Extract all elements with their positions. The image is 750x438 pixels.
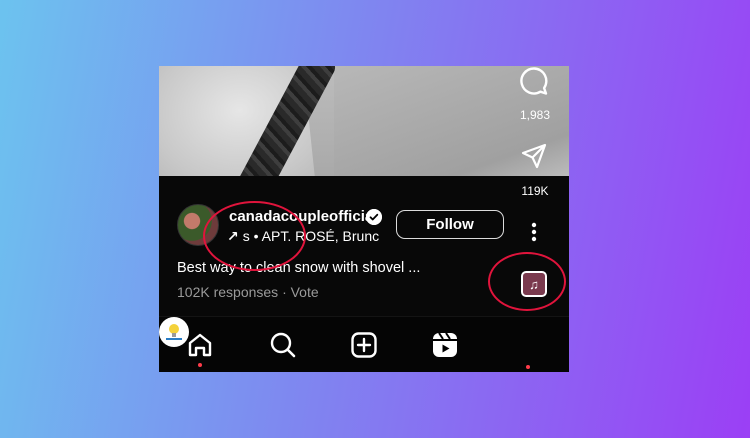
video-frame[interactable] xyxy=(159,66,569,176)
share-icon[interactable] xyxy=(520,142,548,175)
search-icon[interactable] xyxy=(269,331,297,364)
share-count: 119K xyxy=(521,184,549,198)
bottom-nav xyxy=(159,316,569,372)
home-icon[interactable] xyxy=(186,331,214,364)
profile-avatar[interactable] xyxy=(159,317,189,347)
post-caption[interactable]: Best way to clean snow with shovel ... xyxy=(177,260,420,276)
create-icon[interactable] xyxy=(350,331,378,364)
comment-icon[interactable] xyxy=(519,66,549,101)
more-options-icon[interactable] xyxy=(531,222,537,247)
follow-button[interactable]: Follow xyxy=(396,210,504,239)
audio-highlight-ring xyxy=(488,252,566,311)
responses-vote[interactable]: 102K responses · Vote xyxy=(177,284,319,300)
profile-notification-dot xyxy=(526,365,530,369)
comment-count: 1,983 xyxy=(519,108,551,122)
home-notification-dot xyxy=(198,363,202,367)
reels-icon[interactable] xyxy=(431,331,459,364)
music-highlight-ring xyxy=(203,201,306,271)
verified-badge-icon xyxy=(366,209,382,225)
